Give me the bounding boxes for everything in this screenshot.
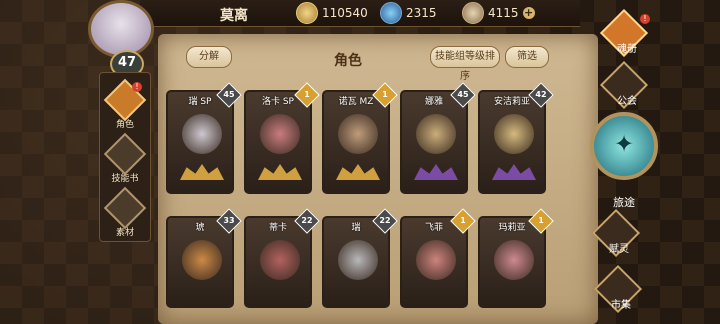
player-name: 莫离 — [220, 8, 248, 24]
level-value: 1 — [304, 90, 310, 99]
level-value: 42 — [535, 90, 547, 99]
alert-badge: ! — [640, 14, 650, 24]
gold-resource: 110540 — [296, 2, 368, 24]
gold-coin-icon — [296, 2, 318, 24]
stone-icon — [462, 2, 484, 24]
character-card[interactable]: 琥 — [166, 216, 234, 308]
character-card[interactable]: 诺瓦 MZ — [322, 90, 390, 194]
character-card[interactable]: 安洁莉亚 — [478, 90, 546, 194]
character-card[interactable]: 洛卡 SP — [244, 90, 312, 194]
journey-icon: ✦ — [613, 130, 635, 158]
blue-crystal-icon — [380, 2, 402, 24]
material-icon — [103, 186, 147, 230]
nav-market[interactable]: 市集 — [590, 264, 652, 314]
portrait — [260, 114, 300, 154]
level-value: 33 — [223, 216, 235, 225]
portrait — [260, 240, 300, 280]
nav-empower[interactable]: 赋灵 — [588, 208, 650, 258]
level-value: 1 — [460, 216, 466, 225]
nav-label: 市集 — [611, 300, 631, 311]
nav-label: 公会 — [617, 96, 637, 107]
add-stone-button[interactable]: + — [522, 7, 535, 19]
avatar[interactable] — [88, 0, 154, 58]
page-title: 角色 — [334, 53, 362, 69]
level-value: 1 — [382, 90, 388, 99]
nav-label: 魂册 — [617, 44, 637, 55]
nav-material[interactable]: 素材 — [100, 186, 150, 239]
level-value: 1 — [538, 216, 544, 225]
skill-book-icon — [103, 132, 147, 176]
portrait — [182, 114, 222, 154]
journey-label: 旅途 — [613, 196, 635, 209]
character-card[interactable]: 瑞 — [322, 216, 390, 308]
character-card[interactable]: 娜雅 — [400, 90, 468, 194]
rank-crown-icon — [336, 164, 380, 180]
portrait — [494, 114, 534, 154]
portrait — [494, 240, 534, 280]
portrait — [338, 114, 378, 154]
level-value: 45 — [457, 90, 469, 99]
portrait — [182, 240, 222, 280]
character-card[interactable]: 瑞 SP — [166, 90, 234, 194]
crystal-value: 2315 — [406, 6, 437, 20]
left-sidebar: ! 角色 技能书 素材 — [99, 72, 151, 242]
crystal-resource: 2315 — [380, 2, 437, 24]
nav-label: 赋灵 — [609, 244, 629, 255]
nav-guild[interactable]: 公会 — [596, 60, 658, 110]
journey-button[interactable]: ✦ — [590, 112, 658, 180]
decompose-button[interactable]: 分解 — [186, 46, 232, 68]
rank-crown-icon — [492, 164, 536, 180]
sort-button[interactable]: 技能组等级排序 — [430, 46, 500, 82]
portrait — [416, 240, 456, 280]
character-card[interactable]: 蒂卡 — [244, 216, 312, 308]
stone-resource[interactable]: 4115 + — [462, 2, 535, 24]
rank-crown-icon — [414, 164, 458, 180]
nav-character[interactable]: ! 角色 — [100, 78, 150, 131]
nav-skill-book[interactable]: 技能书 — [100, 132, 150, 185]
level-value: 22 — [301, 216, 313, 225]
character-card[interactable]: 飞菲 — [400, 216, 468, 308]
gold-value: 110540 — [322, 6, 368, 20]
stone-value: 4115 — [488, 6, 519, 20]
rank-crown-icon — [258, 164, 302, 180]
character-card[interactable]: 玛莉亚 — [478, 216, 546, 308]
level-value: 22 — [379, 216, 391, 225]
rank-crown-icon — [180, 164, 224, 180]
portrait — [416, 114, 456, 154]
level-value: 45 — [223, 90, 235, 99]
filter-button[interactable]: 筛选 — [505, 46, 549, 68]
alert-badge: ! — [132, 82, 142, 92]
portrait — [338, 240, 378, 280]
